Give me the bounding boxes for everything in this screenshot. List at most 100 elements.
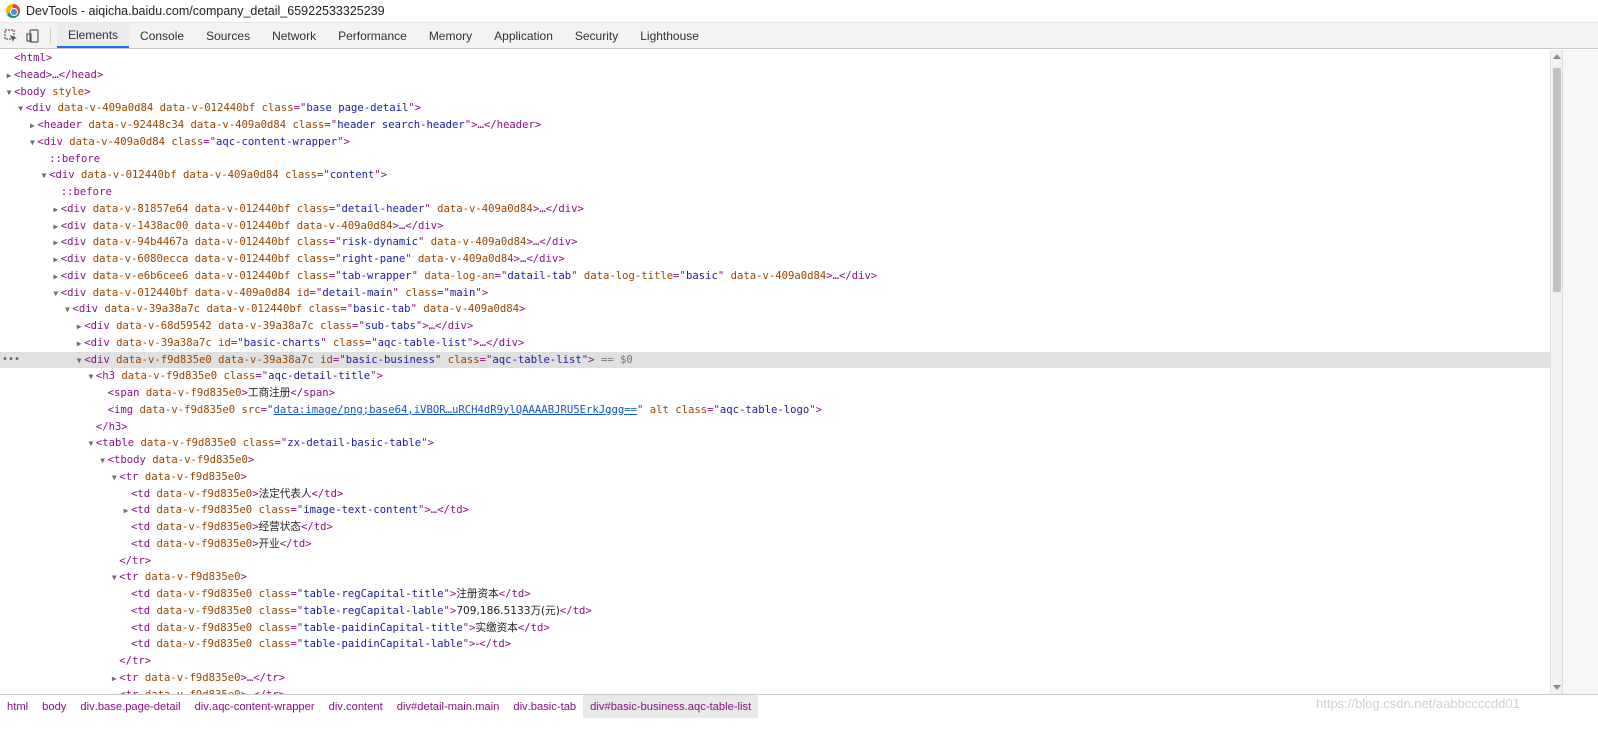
more-actions-icon[interactable]: ••• bbox=[2, 352, 20, 369]
collapsed-triangle-icon[interactable]: ▶ bbox=[27, 118, 37, 135]
dom-node[interactable]: ▼ <tr data-v-f9d835e0> bbox=[0, 469, 1550, 486]
dom-node[interactable]: <td data-v-f9d835e0>经营状态</td> bbox=[0, 519, 1550, 536]
collapsed-triangle-icon[interactable]: ▶ bbox=[51, 202, 61, 219]
breadcrumb-item[interactable]: div #detail-main.main bbox=[390, 695, 507, 718]
dom-node[interactable]: ▶<tr data-v-f9d835e0>…</tr> bbox=[0, 687, 1550, 695]
dom-node[interactable]: ▼ <div data-v-012440bf data-v-409a0d84 cl… bbox=[0, 167, 1550, 184]
dom-node[interactable]: </h3> bbox=[0, 419, 1550, 436]
dom-node[interactable]: ▼ <tr data-v-f9d835e0> bbox=[0, 569, 1550, 586]
tab-application[interactable]: Application bbox=[483, 23, 564, 48]
expanded-triangle-icon[interactable]: ▼ bbox=[98, 453, 108, 470]
scroll-down-arrow-icon[interactable] bbox=[1553, 685, 1561, 690]
dom-node[interactable]: <td data-v-f9d835e0 class="table-paidinC… bbox=[0, 636, 1550, 653]
dom-node[interactable]: ▶ <div data-v-e6b6cee6 data-v-012440bf cl… bbox=[0, 268, 1550, 285]
breadcrumb-tag: div bbox=[513, 700, 528, 713]
expanded-triangle-icon[interactable]: ▼ bbox=[86, 436, 96, 453]
tab-console[interactable]: Console bbox=[129, 23, 195, 48]
dom-node[interactable]: </tr> bbox=[0, 553, 1550, 570]
breadcrumb-item[interactable]: div .base.page-detail bbox=[73, 695, 187, 718]
dom-token[interactable]: data:image/png;base64,iVBOR…uRCH4dR9ylQA… bbox=[273, 404, 637, 416]
dom-node[interactable]: ▼ <h3 data-v-f9d835e0 class="aqc-detail-t… bbox=[0, 368, 1550, 385]
expanded-triangle-icon[interactable]: ▼ bbox=[74, 353, 84, 370]
dom-node[interactable]: <td data-v-f9d835e0 class="table-regCapi… bbox=[0, 603, 1550, 620]
dom-node[interactable]: ▶ <div data-v-6080ecca data-v-012440bf cl… bbox=[0, 251, 1550, 268]
dom-token: >…</tr> bbox=[240, 671, 286, 684]
inspect-element-icon[interactable] bbox=[0, 23, 22, 48]
expanded-triangle-icon[interactable]: ▼ bbox=[63, 302, 73, 319]
dom-node[interactable]: <td data-v-f9d835e0>法定代表人</td> bbox=[0, 486, 1550, 503]
tab-elements[interactable]: Elements bbox=[57, 23, 130, 48]
scrollbar-thumb[interactable] bbox=[1553, 68, 1561, 292]
dom-node[interactable]: ▶ <div data-v-94b4467a data-v-012440bf cl… bbox=[0, 234, 1550, 251]
tab-memory[interactable]: Memory bbox=[418, 23, 483, 48]
dom-node[interactable]: ▶ <div data-v-81857e64 data-v-012440bf cl… bbox=[0, 201, 1550, 218]
dom-node[interactable]: ▶ <header data-v-92448c34 data-v-409a0d84… bbox=[0, 117, 1550, 134]
dom-node[interactable]: ▼ <div data-v-409a0d84 class="aqc-content… bbox=[0, 134, 1550, 151]
collapsed-triangle-icon[interactable]: ▶ bbox=[51, 235, 61, 252]
dom-node[interactable]: ::before bbox=[0, 184, 1550, 201]
expanded-triangle-icon[interactable]: ▼ bbox=[109, 470, 119, 487]
collapsed-triangle-icon[interactable]: ▶ bbox=[51, 269, 61, 286]
breadcrumb-item[interactable]: html bbox=[0, 695, 35, 718]
elements-tree[interactable]: <html> ▶ <head>…</head> ▼ <body style> ▼ <div … bbox=[0, 50, 1550, 694]
expanded-triangle-icon[interactable]: ▼ bbox=[51, 286, 61, 303]
elements-scrollbar[interactable] bbox=[1550, 50, 1562, 694]
window-title: DevTools - aiqicha.baidu.com/company_det… bbox=[26, 4, 385, 18]
device-toolbar-icon[interactable] bbox=[22, 23, 44, 48]
collapsed-triangle-icon[interactable]: ▶ bbox=[74, 336, 84, 353]
collapsed-triangle-icon[interactable]: ▶ bbox=[109, 671, 119, 688]
expanded-triangle-icon[interactable]: ▼ bbox=[4, 85, 14, 102]
breadcrumb-item[interactable]: div #basic-business.aqc-table-list bbox=[583, 695, 759, 718]
expanded-triangle-icon[interactable]: ▼ bbox=[16, 101, 26, 118]
dom-node[interactable]: ::before bbox=[0, 151, 1550, 168]
dom-node[interactable]: ▼ <tbody data-v-f9d835e0> bbox=[0, 452, 1550, 469]
breadcrumb-item[interactable]: div .basic-tab bbox=[506, 695, 583, 718]
scroll-up-arrow-icon[interactable] bbox=[1553, 54, 1561, 59]
expanded-triangle-icon[interactable]: ▼ bbox=[27, 135, 37, 152]
tab-lighthouse[interactable]: Lighthouse bbox=[629, 23, 710, 48]
dom-node[interactable]: <td data-v-f9d835e0 class="table-paidinC… bbox=[0, 620, 1550, 637]
tab-sources[interactable]: Sources bbox=[195, 23, 261, 48]
dom-node[interactable]: </tr> bbox=[0, 653, 1550, 670]
dom-token: "> bbox=[581, 353, 595, 366]
dom-token: "> bbox=[443, 604, 457, 617]
dom-node[interactable]: ▼ <body style> bbox=[0, 84, 1550, 101]
collapsed-triangle-icon[interactable]: ▶ bbox=[121, 503, 131, 520]
expanded-triangle-icon[interactable]: ▼ bbox=[109, 570, 119, 587]
dom-node[interactable]: ▶ <td data-v-f9d835e0 class="image-text-c… bbox=[0, 502, 1550, 519]
dom-token: </h3> bbox=[95, 420, 128, 433]
dom-token: data-v-409a0d84 class bbox=[69, 135, 204, 148]
dom-node[interactable]: ▶ <div data-v-39a38a7c id="basic-charts" … bbox=[0, 335, 1550, 352]
dom-token: 实缴资本 bbox=[475, 621, 518, 634]
dom-token: <head> bbox=[14, 68, 53, 81]
expanded-triangle-icon[interactable]: ▼ bbox=[39, 168, 49, 185]
dom-node[interactable]: <td data-v-f9d835e0 class="table-regCapi… bbox=[0, 586, 1550, 603]
dom-node[interactable]: <span data-v-f9d835e0>工商注册</span> bbox=[0, 385, 1550, 402]
breadcrumb-item[interactable]: body bbox=[35, 695, 73, 718]
dom-node[interactable]: ▶ <div data-v-68d59542 data-v-39a38a7c cl… bbox=[0, 318, 1550, 335]
dom-node[interactable]: <img data-v-f9d835e0 src="data:image/png… bbox=[0, 402, 1550, 419]
dom-node[interactable]: ▶<tr data-v-f9d835e0>…</tr> bbox=[0, 670, 1550, 687]
expanded-triangle-icon[interactable]: ▼ bbox=[86, 369, 96, 386]
breadcrumb-tag: div bbox=[396, 700, 412, 713]
collapsed-triangle-icon[interactable]: ▶ bbox=[51, 219, 61, 236]
tab-network[interactable]: Network bbox=[261, 23, 327, 48]
dom-node[interactable]: ▶ <div data-v-1438ac00 data-v-012440bf da… bbox=[0, 218, 1550, 235]
breadcrumb-item[interactable]: div .aqc-content-wrapper bbox=[188, 695, 322, 718]
dom-node[interactable]: ▼ <table data-v-f9d835e0 class="zx-detail… bbox=[0, 435, 1550, 452]
tab-performance[interactable]: Performance bbox=[327, 23, 418, 48]
dom-node[interactable]: ▼ <div data-v-409a0d84 data-v-012440bf cl… bbox=[0, 100, 1550, 117]
dom-node[interactable]: <html> bbox=[0, 50, 1550, 67]
collapsed-triangle-icon[interactable]: ▶ bbox=[74, 319, 84, 336]
breadcrumb-item[interactable]: div .content bbox=[322, 695, 390, 718]
dom-node[interactable]: ▼ <div data-v-39a38a7c data-v-012440bf cl… bbox=[0, 301, 1550, 318]
dom-node-selected[interactable]: ••• ▼ <div data-v-f9d835e0 data-v-39a38a7c… bbox=[0, 351, 1550, 370]
dom-node[interactable]: <td data-v-f9d835e0>开业</td> bbox=[0, 536, 1550, 553]
dom-node[interactable]: ▶ <head>…</head> bbox=[0, 67, 1550, 84]
collapsed-triangle-icon[interactable]: ▶ bbox=[4, 68, 14, 85]
dom-token: =" bbox=[707, 403, 720, 416]
collapsed-triangle-icon[interactable]: ▶ bbox=[51, 252, 61, 269]
dom-node[interactable]: ▼ <div data-v-012440bf data-v-409a0d84 id… bbox=[0, 285, 1550, 302]
tab-security[interactable]: Security bbox=[564, 23, 629, 48]
dom-token: =" bbox=[290, 621, 304, 634]
